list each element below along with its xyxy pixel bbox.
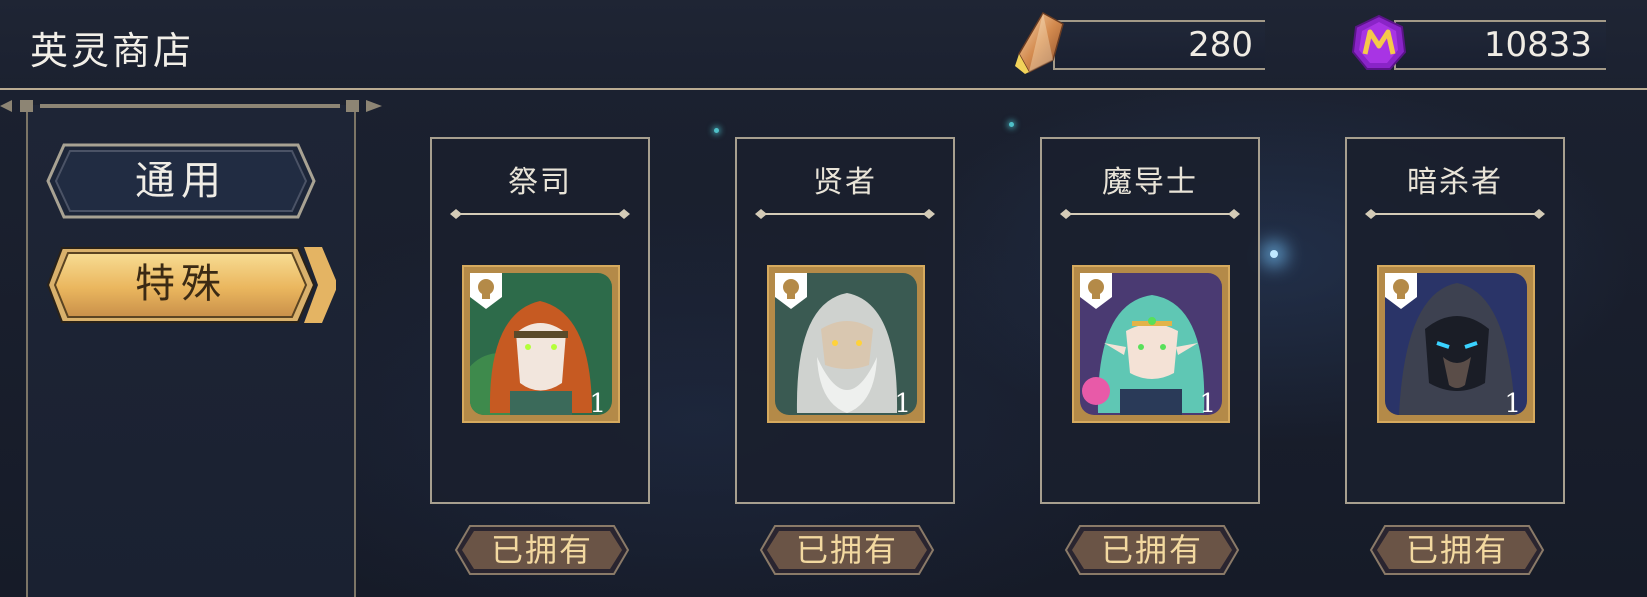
owned-label: 已拥有 [1100,531,1203,569]
name-divider [450,209,630,219]
hero-name: 魔导士 [1102,165,1198,200]
name-divider [1365,209,1545,219]
hero-portrait: 1 [1072,265,1230,423]
crystal-icon [1015,11,1064,74]
name-divider [755,209,935,219]
role-icon [470,273,502,309]
hero-level: 1 [894,389,911,419]
tab-general[interactable]: 通用 [46,142,316,220]
owned-label: 已拥有 [490,531,593,569]
owned-button[interactable]: 已拥有 [1064,524,1240,576]
panel-top-rail [0,100,382,112]
name-divider [1060,209,1240,219]
tab-special-label: 特殊 [135,261,227,307]
hero-name: 祭司 [508,165,572,200]
owned-button[interactable]: 已拥有 [454,524,630,576]
gem-currency[interactable]: 10833 [1350,14,1616,70]
sparkle [714,128,719,133]
page-title: 英灵商店 [30,29,195,73]
role-icon [1080,273,1112,309]
hero-portrait: 1 [767,265,925,423]
role-icon [1385,273,1417,309]
hero-card[interactable]: 贤者 1 [735,137,955,504]
hero-card[interactable]: 魔导士 1 [1040,137,1260,504]
sparkle [1009,122,1014,127]
gem-amount: 10833 [1483,25,1592,65]
owned-button[interactable]: 已拥有 [1369,524,1545,576]
hero-portrait: 1 [462,265,620,423]
tab-general-label: 通用 [135,158,227,204]
hero-name: 贤者 [813,165,877,200]
gem-icon [1351,14,1407,70]
hero-portrait: 1 [1377,265,1535,423]
crystal-currency[interactable]: 280 [1013,11,1273,74]
tab-special[interactable]: 特殊 [46,246,336,324]
header-divider [0,88,1647,90]
hero-card[interactable]: 祭司 1 [430,137,650,504]
hero-card[interactable]: 暗杀者 1 [1345,137,1565,504]
owned-label: 已拥有 [1405,531,1508,569]
hero-level: 1 [1504,389,1521,419]
owned-label: 已拥有 [795,531,898,569]
top-bar: 英灵商店 280 10833 [0,0,1647,89]
hero-level: 1 [589,389,606,419]
owned-button[interactable]: 已拥有 [759,524,935,576]
crystal-amount: 280 [1188,25,1253,65]
sparkle [1270,250,1278,258]
role-icon [775,273,807,309]
hero-level: 1 [1199,389,1216,419]
hero-name: 暗杀者 [1407,165,1503,200]
